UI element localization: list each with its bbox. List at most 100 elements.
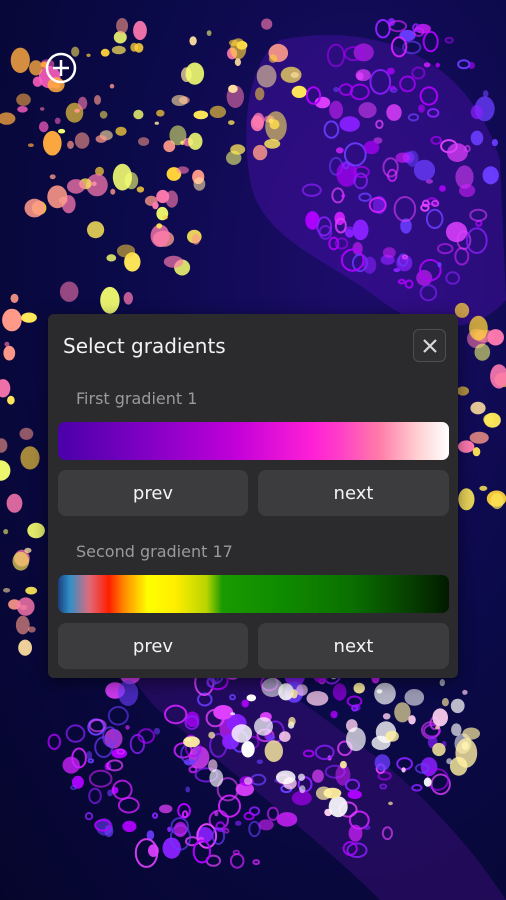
- particle: [490, 364, 506, 389]
- particle: [268, 54, 278, 63]
- particle: [418, 104, 425, 113]
- particle: [88, 769, 113, 788]
- particle: [100, 286, 120, 314]
- particle: [54, 117, 61, 125]
- particle: [228, 84, 238, 93]
- particle: [110, 188, 116, 195]
- particle: [335, 147, 344, 154]
- particle: [258, 819, 274, 831]
- particle: [27, 143, 34, 147]
- particle: [404, 689, 425, 706]
- particle: [87, 221, 105, 239]
- particle: [0, 379, 11, 398]
- particle: [306, 691, 329, 706]
- particle: [159, 804, 173, 814]
- particle: [10, 293, 19, 303]
- particle: [117, 796, 140, 814]
- particle: [243, 811, 255, 821]
- particle: [193, 110, 209, 120]
- first-gradient-preview[interactable]: [58, 422, 449, 460]
- particle: [241, 699, 249, 708]
- particle: [266, 806, 280, 821]
- particle: [156, 223, 163, 229]
- particle: [413, 159, 436, 181]
- particle: [332, 683, 347, 701]
- particle: [353, 682, 365, 694]
- close-button[interactable]: [413, 329, 446, 362]
- particle: [3, 588, 11, 593]
- particle: [95, 135, 107, 143]
- particle: [252, 859, 261, 866]
- particle: [20, 446, 40, 470]
- particle: [395, 152, 410, 163]
- particle: [35, 201, 42, 208]
- particle: [188, 132, 203, 150]
- first-gradient-prev-button[interactable]: prev: [58, 470, 248, 516]
- particle: [328, 796, 348, 818]
- particle: [288, 716, 296, 726]
- particle: [27, 522, 45, 539]
- particle: [17, 106, 28, 113]
- particle: [230, 144, 246, 155]
- particle: [363, 140, 380, 155]
- particle: [123, 292, 133, 305]
- particle: [122, 820, 137, 833]
- particle: [32, 76, 43, 87]
- particle: [188, 746, 210, 769]
- particle: [230, 712, 236, 716]
- particle: [0, 112, 16, 125]
- particle: [459, 184, 476, 198]
- particle: [185, 786, 190, 793]
- particle: [470, 105, 483, 120]
- particle: [437, 262, 442, 268]
- particle: [47, 733, 62, 750]
- particle: [109, 83, 115, 89]
- particle: [74, 132, 90, 149]
- particle: [248, 820, 261, 838]
- particle: [333, 86, 340, 93]
- particle: [115, 126, 127, 136]
- particle: [444, 36, 454, 44]
- particle: [432, 742, 446, 757]
- particle: [358, 102, 377, 119]
- particle: [363, 256, 377, 274]
- particle: [401, 767, 406, 773]
- second-gradient-preview[interactable]: [58, 575, 449, 613]
- particle: [43, 130, 62, 156]
- particle: [445, 221, 468, 243]
- visualizer-screen: Select gradients First gradient 1 prev n…: [0, 0, 506, 900]
- particle: [264, 139, 281, 149]
- particle: [265, 734, 276, 741]
- particle: [386, 67, 395, 75]
- second-gradient-next-button[interactable]: next: [258, 623, 449, 669]
- particle: [252, 112, 265, 129]
- particle: [191, 233, 201, 245]
- particle: [116, 244, 136, 258]
- add-circle-icon: [45, 52, 77, 84]
- second-gradient-prev-button[interactable]: prev: [58, 623, 248, 669]
- particle: [62, 756, 80, 774]
- particle: [228, 39, 239, 46]
- particle: [456, 386, 469, 396]
- particle: [329, 100, 343, 119]
- particle: [86, 53, 91, 57]
- particle: [423, 62, 431, 68]
- particle: [339, 760, 347, 769]
- particle: [40, 107, 45, 111]
- particle: [353, 43, 374, 62]
- particle: [339, 116, 360, 132]
- particle: [208, 731, 216, 739]
- particle: [246, 694, 257, 702]
- add-button[interactable]: [44, 51, 78, 85]
- particle: [450, 698, 465, 714]
- particle: [375, 19, 391, 39]
- particle: [229, 853, 245, 869]
- particle: [12, 551, 30, 571]
- particle: [176, 166, 189, 174]
- particle: [439, 679, 445, 687]
- particle: [99, 110, 108, 119]
- particle: [265, 111, 287, 142]
- particle: [346, 727, 366, 752]
- first-gradient-next-button[interactable]: next: [258, 470, 449, 516]
- particle: [0, 460, 11, 481]
